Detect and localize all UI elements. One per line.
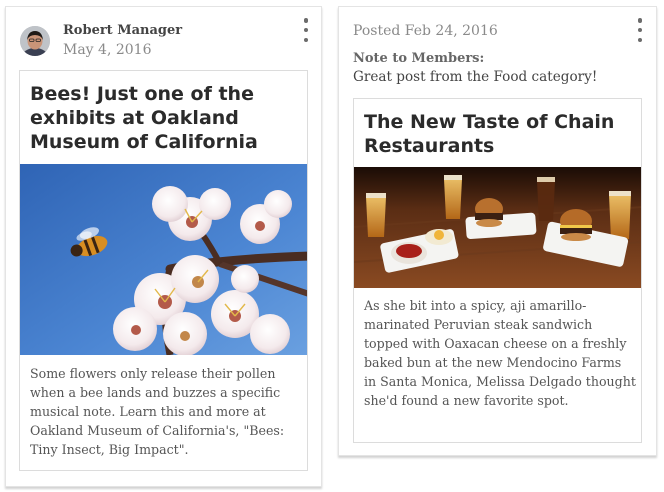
- vertical-ellipsis-icon[interactable]: [301, 18, 311, 42]
- author-avatar[interactable]: [20, 26, 50, 56]
- post-card-restaurants: Posted Feb 24, 2016 Note to Members: Gre…: [338, 6, 657, 456]
- post-card-bees: Robert Manager May 4, 2016 Bees! Just on…: [5, 6, 322, 487]
- post-description: Some flowers only release their pollen w…: [30, 366, 285, 457]
- note-text: Great post from the Food category!: [353, 69, 598, 85]
- post-description: As she bit into a spicy, aji amarillo-ma…: [364, 298, 636, 408]
- author-name[interactable]: Robert Manager: [63, 23, 182, 38]
- post-title[interactable]: Bees! Just one of the exhibits at Oaklan…: [20, 71, 307, 154]
- post-title[interactable]: The New Taste of Chain Restaurants: [354, 99, 641, 158]
- post-content-box[interactable]: Bees! Just one of the exhibits at Oaklan…: [19, 70, 308, 471]
- post-content-box[interactable]: The New Taste of Chain Restaurants As sh…: [353, 98, 642, 443]
- bee-on-blossoms-photo[interactable]: [20, 164, 307, 355]
- sliders-and-beer-photo[interactable]: [354, 167, 641, 288]
- vertical-ellipsis-icon[interactable]: [635, 18, 645, 42]
- posted-date: Posted Feb 24, 2016: [353, 23, 498, 39]
- post-date: May 4, 2016: [63, 42, 152, 58]
- note-label: Note to Members:: [353, 51, 485, 66]
